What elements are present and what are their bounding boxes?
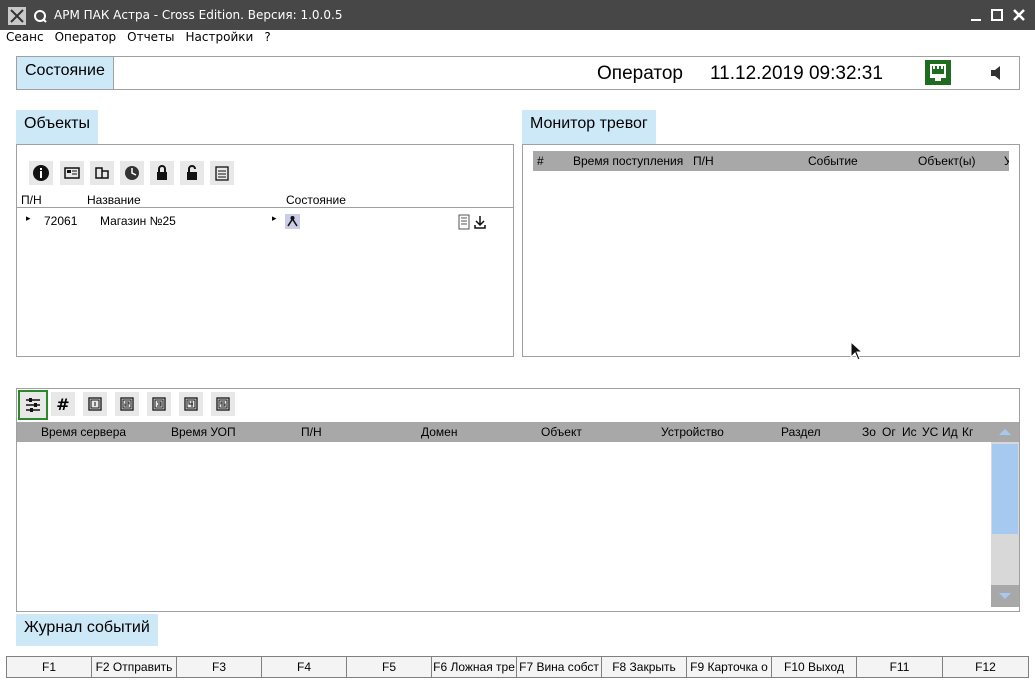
window-menu-icon[interactable]	[31, 7, 49, 25]
layout-3-button[interactable]	[147, 392, 171, 416]
hash-button[interactable]: #	[51, 392, 75, 416]
unlock-button[interactable]	[180, 161, 204, 185]
events-col-us[interactable]: УС	[922, 425, 938, 439]
layout-2-button[interactable]	[115, 392, 139, 416]
object-name: Магазин №25	[100, 214, 176, 228]
objects-label: Объекты	[16, 110, 98, 144]
events-col-domain[interactable]: Домен	[421, 425, 458, 439]
info-button[interactable]	[29, 161, 53, 185]
alarms-header: # Время поступления П/Н Событие Объект(ы…	[533, 151, 1009, 171]
alarms-label: Монитор тревог	[522, 110, 656, 144]
speaker-icon[interactable]	[987, 63, 1007, 83]
alarms-col-pn[interactable]: П/Н	[693, 154, 714, 168]
status-datetime: 11.12.2019 09:32:31	[710, 63, 883, 84]
alarms-col-time[interactable]: Время поступления	[573, 154, 683, 168]
events-col-pn[interactable]: П/Н	[301, 425, 322, 439]
f4-button[interactable]: F4	[261, 656, 347, 678]
menu-operator[interactable]: Оператор	[55, 30, 117, 44]
layout-5-button[interactable]	[211, 392, 235, 416]
events-col-is[interactable]: Ис	[902, 425, 918, 439]
f10-exit-button[interactable]: F10 Выход	[771, 656, 857, 678]
minimize-icon[interactable]	[967, 6, 985, 24]
f8-close-button[interactable]: F8 Закрыть	[601, 656, 687, 678]
lock-button[interactable]	[150, 161, 174, 185]
expand-icon[interactable]: ▸	[26, 214, 31, 224]
app-icon	[8, 7, 26, 25]
menu-session[interactable]: Сеанс	[6, 30, 44, 44]
events-col-id[interactable]: Ид	[942, 425, 958, 439]
events-col-zone[interactable]: Зо	[862, 425, 878, 439]
maximize-icon[interactable]	[988, 6, 1006, 24]
menu-settings[interactable]: Настройки	[186, 30, 254, 44]
f2-send-button[interactable]: F2 Отправить	[91, 656, 177, 678]
title-bar: АРМ ПАК Астра - Cross Edition. Версия: 1…	[0, 0, 1035, 30]
f5-button[interactable]: F5	[346, 656, 432, 678]
f3-button[interactable]: F3	[176, 656, 262, 678]
scroll-up-icon[interactable]	[991, 422, 1019, 442]
column-header-pn: П/Н	[21, 193, 42, 207]
menu-help[interactable]: ?	[264, 30, 270, 44]
events-col-device[interactable]: Устройство	[661, 425, 724, 439]
network-icon[interactable]	[925, 60, 951, 85]
f1-button[interactable]: F1	[6, 656, 92, 678]
column-header-name: Название	[87, 193, 141, 207]
alarms-col-number[interactable]: #	[537, 154, 544, 168]
events-col-server-time[interactable]: Время сервера	[41, 425, 126, 439]
column-header-state: Состояние	[286, 193, 346, 207]
alarms-col-objects[interactable]: Объект(ы)	[918, 154, 975, 168]
partition-icon[interactable]	[285, 214, 300, 229]
events-col-kg[interactable]: Кг	[962, 425, 978, 439]
window-title: АРМ ПАК Астра - Cross Edition. Версия: 1…	[54, 8, 343, 22]
folder-button[interactable]	[90, 161, 114, 185]
events-col-section[interactable]: Раздел	[781, 425, 821, 439]
f7-fault-button[interactable]: F7 Вина собст	[516, 656, 602, 678]
events-col-og[interactable]: Ог	[882, 425, 898, 439]
alarms-col-event[interactable]: Событие	[808, 154, 858, 168]
objects-divider	[17, 207, 513, 208]
events-panel: # Время сервера Время УОП П/Н Домен Объе…	[16, 388, 1020, 612]
object-pn: 72061	[44, 214, 78, 228]
alarms-panel: # Время поступления П/Н Событие Объект(ы…	[522, 144, 1020, 357]
layout-1-button[interactable]	[83, 392, 107, 416]
events-label: Журнал событий	[16, 614, 158, 646]
status-panel: Состояние Оператор 11.12.2019 09:32:31	[16, 56, 1020, 90]
table-row[interactable]: ▸ 72061 Магазин №25 ▸	[17, 211, 513, 233]
events-col-uop-time[interactable]: Время УОП	[171, 425, 236, 439]
objects-panel: П/Н Название Состояние ▸ 72061 Магазин №…	[16, 144, 514, 357]
status-label: Состояние	[17, 57, 114, 89]
menu-bar: Сеанс Оператор Отчеты Настройки?	[6, 30, 1026, 46]
scroll-down-icon[interactable]	[991, 585, 1019, 607]
state-expand-icon[interactable]: ▸	[272, 214, 277, 224]
layout-4-button[interactable]	[179, 392, 203, 416]
filter-button[interactable]	[18, 390, 48, 420]
f6-false-alarm-button[interactable]: F6 Ложная тре	[431, 656, 517, 678]
card-button[interactable]	[60, 161, 84, 185]
scrollbar-thumb[interactable]	[992, 444, 1018, 534]
close-icon[interactable]	[1010, 6, 1028, 24]
f12-button[interactable]: F12	[942, 656, 1029, 678]
history-button[interactable]	[120, 161, 144, 185]
operator-name: Оператор	[597, 63, 683, 84]
menu-reports[interactable]: Отчеты	[127, 30, 174, 44]
report-button[interactable]	[210, 161, 234, 185]
events-header: Время сервера Время УОП П/Н Домен Объект…	[17, 422, 1019, 442]
scrollbar[interactable]	[991, 442, 1019, 607]
f9-card-button[interactable]: F9 Карточка о	[686, 656, 772, 678]
document-icon[interactable]	[457, 214, 471, 230]
f11-button[interactable]: F11	[856, 656, 943, 678]
cursor-icon	[850, 340, 864, 361]
download-icon[interactable]	[473, 214, 487, 230]
events-col-object[interactable]: Объект	[541, 425, 582, 439]
alarms-col-device[interactable]: У	[1004, 154, 1009, 168]
